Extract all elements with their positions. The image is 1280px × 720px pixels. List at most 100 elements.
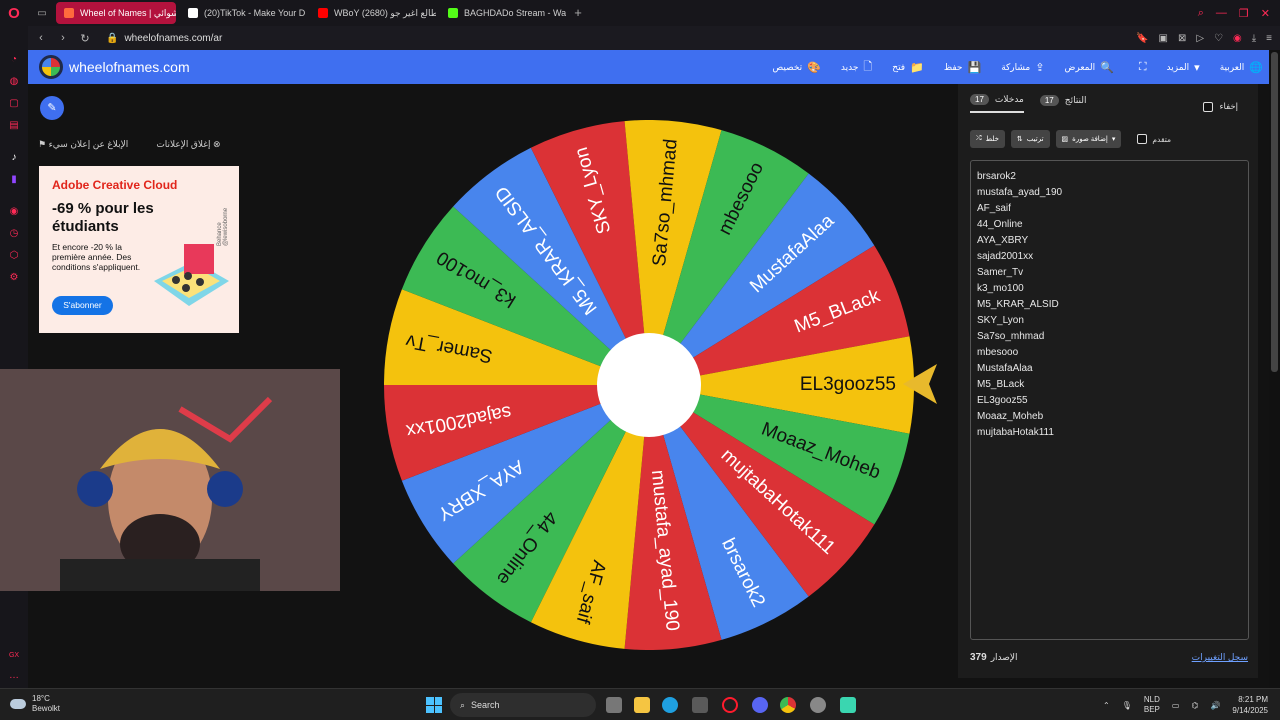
browser-tab[interactable]: WBoY طالع اغير جو (2680) bbox=[310, 2, 436, 24]
close-icon[interactable]: ✕ bbox=[1261, 7, 1270, 20]
spin-wheel[interactable]: brsarok2mustafa_ayad_190AF_saif44_Online… bbox=[384, 120, 914, 650]
wheel-center[interactable] bbox=[597, 333, 701, 437]
scrollbar-thumb[interactable] bbox=[1271, 52, 1278, 372]
reload-icon[interactable]: ↻ bbox=[76, 32, 94, 45]
tab-results[interactable]: 17 النتائج bbox=[1039, 94, 1087, 113]
gaming-icon[interactable]: ▭ bbox=[28, 0, 56, 26]
tiktok-icon[interactable]: ♪ bbox=[8, 152, 20, 164]
clock[interactable]: 8:21 PM 9/14/2025 bbox=[1232, 694, 1268, 716]
shuffle-button[interactable]: ⤮ خلط bbox=[970, 130, 1005, 148]
weather-widget[interactable]: 18°C Bewolkt bbox=[10, 694, 60, 714]
tab-entries[interactable]: 17 مدخلات bbox=[970, 94, 1024, 113]
tv-icon[interactable]: ▢ bbox=[8, 98, 20, 110]
wheel-logo-icon[interactable] bbox=[39, 55, 63, 79]
advanced-toggle[interactable]: متقدم bbox=[1137, 134, 1171, 144]
ad-links: ⚑ الإبلاغ عن إعلان سيء إغلاق الإعلانات ⊗ bbox=[38, 139, 221, 150]
download-icon[interactable]: ⤓ bbox=[1252, 33, 1256, 44]
discord-icon[interactable] bbox=[752, 697, 768, 713]
heart-icon[interactable]: ♡ bbox=[1214, 33, 1223, 44]
browser-tab[interactable]: (20)TikTok - Make Your D bbox=[180, 2, 306, 24]
app-icon[interactable] bbox=[840, 697, 856, 713]
bag-icon[interactable]: ◍ bbox=[8, 76, 20, 88]
menu-globe[interactable]: العربية 🌐 bbox=[1220, 61, 1263, 74]
snapshot-icon[interactable]: ▣ bbox=[1158, 33, 1167, 44]
menu-folder[interactable]: فتح 📁 bbox=[892, 61, 924, 74]
play-icon[interactable]: ▷ bbox=[1196, 33, 1204, 44]
store-icon[interactable] bbox=[692, 697, 708, 713]
microphone-icon[interactable]: 🎙 bbox=[1122, 701, 1132, 710]
network-icon[interactable]: ⌬ bbox=[1191, 701, 1198, 710]
obs-icon[interactable] bbox=[810, 697, 826, 713]
menu-share[interactable]: مشاركة ⇪ bbox=[1001, 61, 1044, 74]
file-explorer-icon[interactable] bbox=[634, 697, 650, 713]
news-icon[interactable]: ▤ bbox=[8, 120, 20, 132]
tab-favicon-icon bbox=[188, 8, 198, 18]
gx-control-icon[interactable]: ◔ bbox=[8, 54, 20, 66]
browser-tab[interactable]: Wheel of Names | عشوائي bbox=[56, 2, 176, 24]
new-tab-button[interactable]: + bbox=[570, 5, 586, 21]
menu-new-file[interactable]: جديد 🗋 bbox=[841, 58, 872, 77]
opera-gx-logo-icon[interactable]: O bbox=[0, 0, 28, 26]
edit-pencil-button[interactable]: ✎ bbox=[40, 96, 64, 120]
language-indicator[interactable]: NLD BEP bbox=[1144, 695, 1160, 715]
settings-icon[interactable]: ⚙ bbox=[8, 272, 20, 284]
minimize-icon[interactable]: — bbox=[1216, 7, 1227, 19]
volume-icon[interactable]: 🔊 bbox=[1210, 701, 1220, 710]
gx-icon[interactable]: GX bbox=[8, 650, 20, 662]
twitch-icon[interactable]: ▮ bbox=[8, 174, 20, 186]
chrome-icon[interactable] bbox=[780, 697, 796, 713]
advanced-checkbox[interactable] bbox=[1137, 134, 1148, 144]
menu-search[interactable]: المعرض 🔍 bbox=[1064, 61, 1113, 74]
entries-textbox[interactable]: brsarok2 mustafa_ayad_190 AF_saif 44_Online… bbox=[970, 160, 1249, 640]
menu-fullscreen[interactable]: ⛶ bbox=[1134, 61, 1147, 74]
share-icon: ⇪ bbox=[1035, 61, 1045, 74]
changelog-link[interactable]: سجل التغييرات bbox=[1192, 652, 1248, 663]
opera-icon[interactable] bbox=[722, 697, 738, 713]
menu-icon[interactable]: ≡ bbox=[1266, 33, 1272, 44]
entries-toolbar: ⤮ خلط ⇅ ترتيب ▨ إضافة صورة ▾ متقدم bbox=[970, 130, 1171, 148]
ad-subscribe-button[interactable]: S'abonner bbox=[52, 296, 113, 315]
search-tabs-icon[interactable]: ⌕ bbox=[1198, 7, 1204, 20]
edge-icon[interactable] bbox=[662, 697, 678, 713]
browser-tab[interactable]: BAGHDADo Stream - Wat bbox=[440, 2, 566, 24]
more-icon[interactable]: … bbox=[8, 670, 20, 682]
search-icon: ⌕ bbox=[460, 699, 466, 710]
hide-toggle[interactable]: إخفاء bbox=[1203, 101, 1238, 112]
browser-tab-bar: O ▭ Wheel of Names | عشوائي (20)TikTok - … bbox=[0, 0, 1280, 26]
entry-line: AF_saif bbox=[977, 203, 1011, 214]
forward-icon[interactable]: › bbox=[54, 32, 72, 44]
player-icon[interactable]: ◉ bbox=[8, 206, 20, 218]
menu-chevron-down[interactable]: المزيد ▾ bbox=[1167, 61, 1200, 74]
close-ads-link[interactable]: إغلاق الإعلانات ⊗ bbox=[156, 139, 220, 150]
bookmark-icon[interactable]: 🔖 bbox=[1136, 33, 1148, 44]
task-view-icon[interactable] bbox=[606, 697, 622, 713]
sort-button[interactable]: ⇅ ترتيب bbox=[1010, 130, 1050, 148]
menu-label: المعرض bbox=[1064, 61, 1096, 72]
url-field[interactable]: 🔒 wheelofnames.com/ar bbox=[106, 33, 222, 44]
menu-save[interactable]: حفظ 💾 bbox=[944, 61, 981, 74]
back-icon[interactable]: ‹ bbox=[32, 32, 50, 44]
maximize-icon[interactable]: ❐ bbox=[1239, 7, 1249, 20]
hide-checkbox[interactable] bbox=[1203, 101, 1214, 112]
fullscreen-icon: ⛶ bbox=[1138, 60, 1147, 73]
shield-icon[interactable]: ⊠ bbox=[1178, 33, 1186, 44]
advertisement[interactable]: Adobe Creative Cloud -69 % pour les étud… bbox=[39, 166, 239, 333]
profile-icon[interactable]: ◉ bbox=[1233, 33, 1242, 44]
extensions-icon[interactable]: ⬡ bbox=[8, 250, 20, 262]
start-button-icon[interactable] bbox=[426, 697, 442, 713]
lock-icon: 🔒 bbox=[106, 32, 119, 44]
display-icon[interactable]: ▭ bbox=[1172, 701, 1180, 710]
entry-line: mbesooo bbox=[977, 347, 1019, 358]
menu-label: جديد bbox=[840, 61, 859, 72]
webcam-overlay bbox=[0, 369, 340, 591]
report-ad-link[interactable]: ⚑ الإبلاغ عن إعلان سيء bbox=[38, 139, 128, 150]
add-image-button[interactable]: ▨ إضافة صورة ▾ bbox=[1055, 130, 1122, 148]
chevron-up-icon[interactable]: ⌃ bbox=[1103, 701, 1110, 710]
page-scrollbar[interactable] bbox=[1269, 50, 1280, 688]
site-name[interactable]: wheelofnames.com bbox=[69, 59, 190, 75]
chevron-down-icon: ▾ bbox=[1194, 61, 1200, 74]
menu-palette[interactable]: تخصيص 🎨 bbox=[772, 61, 821, 74]
taskbar-search[interactable]: ⌕ Search bbox=[450, 693, 596, 717]
history-icon[interactable]: ◷ bbox=[8, 228, 20, 240]
image-icon: ▨ bbox=[1061, 136, 1069, 143]
